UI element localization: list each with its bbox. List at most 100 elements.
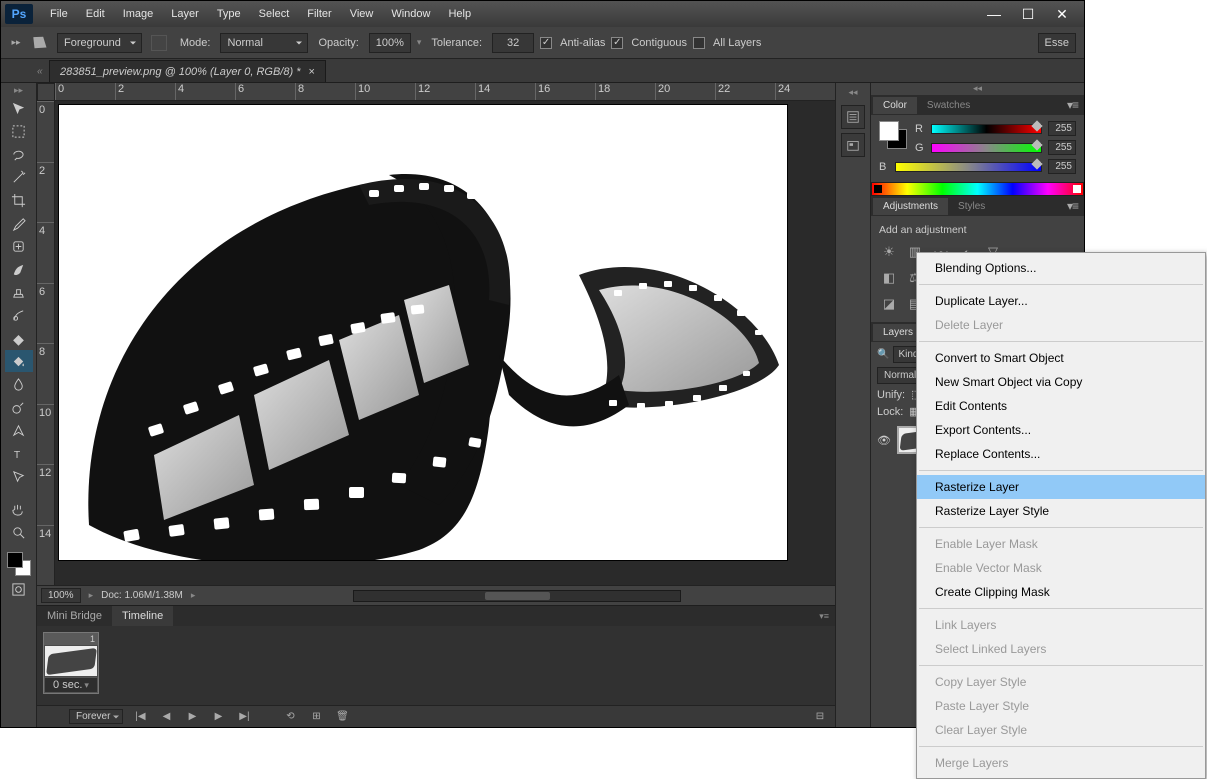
tab-adjustments[interactable]: Adjustments: [873, 198, 948, 215]
adjustments-panel-menu-icon[interactable]: ▾≡: [1061, 199, 1084, 213]
play-button[interactable]: ▶: [183, 710, 201, 724]
pen-tool[interactable]: [5, 419, 33, 441]
tab-styles[interactable]: Styles: [948, 198, 995, 215]
menu-window[interactable]: Window: [382, 4, 439, 24]
menu-select[interactable]: Select: [250, 4, 299, 24]
hue-adjustment-icon[interactable]: ◧: [879, 268, 899, 288]
doc-info[interactable]: Doc: 1.06M/1.38M: [101, 590, 183, 601]
quick-mask-toggle[interactable]: [5, 578, 33, 600]
layer-visibility-icon[interactable]: 👁: [877, 433, 891, 447]
menu-item-duplicate-layer[interactable]: Duplicate Layer...: [917, 289, 1205, 313]
marquee-tool[interactable]: [5, 120, 33, 142]
menu-item-rasterize-layer-style[interactable]: Rasterize Layer Style: [917, 499, 1205, 523]
type-tool[interactable]: T: [5, 442, 33, 464]
minimize-button[interactable]: —: [982, 6, 1006, 22]
all-layers-checkbox[interactable]: [693, 37, 705, 49]
zoom-input[interactable]: 100%: [41, 588, 81, 603]
contiguous-option[interactable]: Contiguous: [611, 37, 687, 49]
tab-timeline[interactable]: Timeline: [112, 606, 173, 626]
r-slider[interactable]: [931, 124, 1042, 134]
color-ramp[interactable]: [871, 182, 1084, 196]
workspace-switcher[interactable]: Esse: [1038, 33, 1076, 53]
menu-help[interactable]: Help: [439, 4, 480, 24]
next-frame-button[interactable]: ▶: [209, 710, 227, 724]
menu-item-edit-contents[interactable]: Edit Contents: [917, 394, 1205, 418]
menu-item-blending-options[interactable]: Blending Options...: [917, 256, 1205, 280]
last-frame-button[interactable]: ▶|: [235, 710, 253, 724]
menu-file[interactable]: File: [41, 4, 77, 24]
blur-tool[interactable]: [5, 373, 33, 395]
convert-timeline-button[interactable]: ⊟: [811, 710, 829, 724]
timeline-body[interactable]: 1 0 sec.▾: [37, 626, 835, 705]
layer-context-menu[interactable]: Blending Options...Duplicate Layer...Del…: [916, 252, 1206, 779]
eyedropper-tool[interactable]: [5, 212, 33, 234]
antialias-checkbox[interactable]: [540, 37, 552, 49]
first-frame-button[interactable]: |◀: [131, 710, 149, 724]
paint-bucket-tool-icon[interactable]: [29, 32, 51, 54]
menu-item-new-smart-object-via-copy[interactable]: New Smart Object via Copy: [917, 370, 1205, 394]
opacity-flyout-icon[interactable]: ▾: [417, 37, 422, 48]
toolbox-collapse-icon[interactable]: ▸▸: [14, 85, 23, 97]
contiguous-checkbox[interactable]: [611, 37, 623, 49]
history-panel-icon[interactable]: [841, 105, 865, 129]
loop-dropdown[interactable]: Forever: [69, 709, 123, 724]
close-button[interactable]: ✕: [1050, 6, 1074, 22]
fill-source-dropdown[interactable]: Foreground: [57, 33, 142, 53]
delete-frame-button[interactable]: 🗑: [333, 710, 351, 724]
menu-item-export-contents[interactable]: Export Contents...: [917, 418, 1205, 442]
healing-brush-tool[interactable]: [5, 235, 33, 257]
blend-mode-dropdown[interactable]: Normal: [220, 33, 308, 53]
dock-expand-icon[interactable]: ◂◂: [848, 87, 857, 101]
brush-tool[interactable]: [5, 258, 33, 280]
menu-item-create-clipping-mask[interactable]: Create Clipping Mask: [917, 580, 1205, 604]
menu-layer[interactable]: Layer: [162, 4, 208, 24]
tab-swatches[interactable]: Swatches: [917, 97, 980, 114]
eraser-tool[interactable]: [5, 327, 33, 349]
color-swatch[interactable]: [5, 550, 33, 578]
menu-image[interactable]: Image: [114, 4, 163, 24]
g-value[interactable]: 255: [1048, 140, 1076, 155]
zoom-tool[interactable]: [5, 521, 33, 543]
close-tab-icon[interactable]: ×: [308, 66, 314, 78]
menu-type[interactable]: Type: [208, 4, 250, 24]
menu-edit[interactable]: Edit: [77, 4, 114, 24]
h-scrollbar[interactable]: [353, 590, 681, 602]
paint-bucket-tool[interactable]: [5, 350, 33, 372]
color-swatch-preview[interactable]: [879, 121, 907, 149]
menu-view[interactable]: View: [341, 4, 383, 24]
antialias-option[interactable]: Anti-alias: [540, 37, 605, 49]
history-brush-tool[interactable]: [5, 304, 33, 326]
properties-panel-icon[interactable]: [841, 133, 865, 157]
g-slider[interactable]: [931, 143, 1042, 153]
vertical-ruler[interactable]: 024 6810 1214: [37, 101, 55, 585]
horizontal-ruler[interactable]: 024 6810 121416 182022 24: [55, 83, 835, 101]
tab-color[interactable]: Color: [873, 97, 917, 114]
b-value[interactable]: 255: [1048, 159, 1076, 174]
canvas-viewport[interactable]: [55, 101, 835, 585]
menu-filter[interactable]: Filter: [298, 4, 340, 24]
opacity-input[interactable]: 100%: [369, 33, 411, 53]
menu-item-convert-to-smart-object[interactable]: Convert to Smart Object: [917, 346, 1205, 370]
menu-item-rasterize-layer[interactable]: Rasterize Layer: [917, 475, 1205, 499]
hand-tool[interactable]: [5, 498, 33, 520]
magic-wand-tool[interactable]: [5, 166, 33, 188]
animation-frame[interactable]: 1 0 sec.▾: [43, 632, 99, 694]
frame-duration[interactable]: 0 sec.▾: [44, 677, 98, 693]
crop-tool[interactable]: [5, 189, 33, 211]
all-layers-option[interactable]: All Layers: [693, 37, 761, 49]
panels-collapse-icon[interactable]: ◂◂: [871, 83, 1084, 95]
menu-item-replace-contents[interactable]: Replace Contents...: [917, 442, 1205, 466]
duplicate-frame-button[interactable]: ⊞: [307, 710, 325, 724]
clone-stamp-tool[interactable]: [5, 281, 33, 303]
color-panel-menu-icon[interactable]: ▾≡: [1061, 98, 1084, 112]
tween-button[interactable]: ⟲: [281, 710, 299, 724]
document-canvas[interactable]: [59, 105, 787, 560]
pattern-picker-icon[interactable]: [148, 32, 170, 54]
r-value[interactable]: 255: [1048, 121, 1076, 136]
prev-frame-button[interactable]: ◀: [157, 710, 175, 724]
options-expand-icon[interactable]: ▸▸: [9, 27, 23, 59]
path-selection-tool[interactable]: [5, 465, 33, 487]
tab-mini-bridge[interactable]: Mini Bridge: [37, 606, 112, 626]
ruler-origin[interactable]: [37, 83, 55, 101]
timeline-menu-icon[interactable]: ▾≡: [813, 611, 835, 622]
